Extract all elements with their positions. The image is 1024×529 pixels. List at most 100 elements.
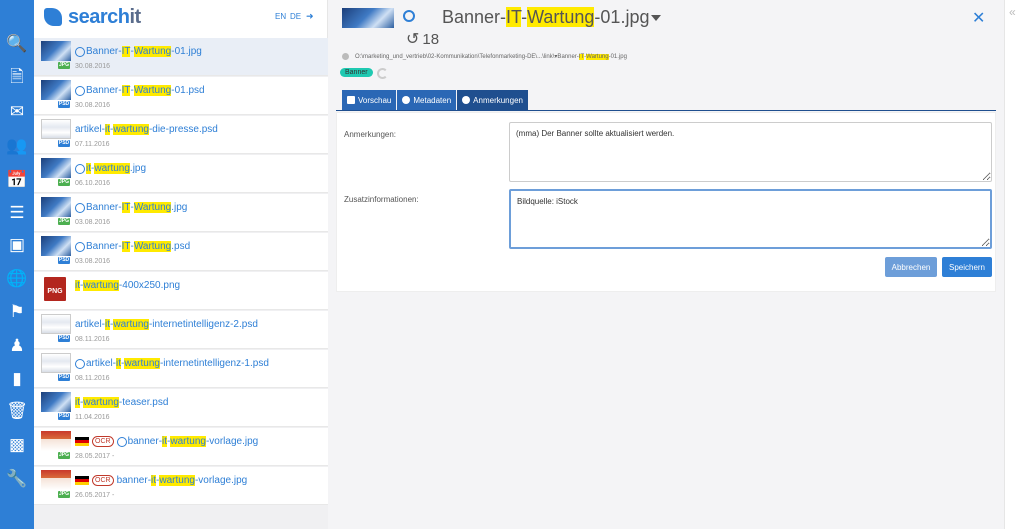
- results-panel: searchit EN DE ➜ JPG Banner- IT - Wartung -01…: [34, 0, 328, 529]
- notes-label: Anmerkungen:: [344, 130, 397, 139]
- result-row[interactable]: PSD it - wartung -teaser.psd 11.04.2016: [34, 389, 328, 427]
- result-row[interactable]: JPG OCR banner-it - wartung -vorlage.jpg 28.05…: [34, 428, 328, 466]
- file-type-badge: PSD: [58, 374, 70, 381]
- chevron-down-icon[interactable]: [651, 15, 662, 22]
- result-filename[interactable]: Banner- IT - Wartung .jpg: [75, 202, 187, 213]
- trash-icon[interactable]: 🗑: [0, 398, 34, 424]
- file-title[interactable]: Banner-IT-Wartung-01.jpg: [442, 7, 662, 28]
- preview-thumbnail[interactable]: [342, 8, 394, 28]
- file-type-badge: JPG: [58, 452, 70, 459]
- extra-info-textarea[interactable]: Bildquelle: iStock: [509, 189, 992, 249]
- extra-info-label: Zusatzinformationen:: [344, 195, 419, 204]
- notes-textarea[interactable]: (mma) Der Banner sollte aktualisiert wer…: [509, 122, 992, 182]
- result-thumbnail: [41, 158, 71, 178]
- result-thumbnail: [41, 470, 71, 490]
- calendar-icon[interactable]: 📅: [0, 167, 34, 193]
- link-icon: [116, 436, 127, 447]
- info-icon: [402, 96, 411, 104]
- result-row[interactable]: PSD artikel-it - wartung -internetintelligen…: [34, 350, 328, 388]
- result-date: 08.11.2016: [75, 375, 110, 382]
- link-icon[interactable]: [403, 10, 415, 22]
- ocr-badge: OCR: [92, 436, 114, 447]
- image-icon[interactable]: ▣: [0, 232, 34, 258]
- document-icon[interactable]: 🗎: [0, 65, 34, 91]
- link-icon: [75, 85, 85, 96]
- searchit-logo: searchit: [44, 6, 141, 28]
- result-filename[interactable]: Banner- IT - Wartung -01.jpg: [75, 46, 202, 57]
- result-date: 30.08.2016: [75, 63, 111, 70]
- add-tag-icon[interactable]: [377, 68, 388, 79]
- collapse-chevron-icon[interactable]: «: [1009, 5, 1016, 19]
- result-filename[interactable]: artikel-it - wartung -internetintelligenz-1…: [75, 358, 269, 369]
- logout-icon[interactable]: ➜: [306, 11, 314, 22]
- result-thumbnail: [41, 314, 71, 334]
- tag-banner[interactable]: Banner: [340, 68, 373, 77]
- result-filename[interactable]: it - wartung .jpg: [75, 163, 146, 174]
- ocr-badge: OCR: [92, 475, 114, 486]
- version-history[interactable]: ↺ 18: [406, 29, 439, 49]
- save-button[interactable]: Speichern: [942, 257, 992, 277]
- result-filename[interactable]: Banner- IT - Wartung .psd: [75, 241, 190, 252]
- globe-icon[interactable]: 🌐: [0, 266, 34, 292]
- file-type-badge: PSD: [58, 335, 70, 342]
- lang-en-link[interactable]: EN: [275, 12, 286, 21]
- file-type-badge: PSD: [58, 257, 70, 264]
- info-icon: [462, 96, 471, 104]
- main-nav-bar: 🔍 🗎 ✉ 👥 📅 ☰ ▣ 🌐 ⚑ ♟ ▮ 🗑 ▩ 🔧: [0, 0, 41, 529]
- file-path[interactable]: O:\marketing_und_vertrieb\02-Kommunikati…: [342, 53, 627, 60]
- result-row[interactable]: JPG Banner- IT - Wartung .jpg 03.08.2016: [34, 194, 328, 232]
- result-thumbnail: [41, 41, 71, 61]
- search-icon[interactable]: 🔍: [0, 31, 34, 57]
- agent-icon[interactable]: ♟: [0, 333, 34, 359]
- result-row[interactable]: JPG it - wartung .jpg 06.10.2016: [34, 155, 328, 193]
- result-row[interactable]: PSD artikel-it - wartung -die-presse.psd 07.1…: [34, 116, 328, 154]
- result-row[interactable]: JPG OCR banner-it - wartung -vorlage.jpg 26.05…: [34, 467, 328, 505]
- result-filename[interactable]: OCR banner-it - wartung -vorlage.jpg: [75, 475, 247, 486]
- result-date: 26.05.2017 -: [75, 492, 115, 499]
- logo-text-it: it: [129, 5, 142, 28]
- file-type-badge: JPG: [58, 179, 70, 186]
- link-icon: [75, 163, 85, 174]
- result-filename[interactable]: it - wartung -teaser.psd: [75, 397, 168, 408]
- tab-underline: [336, 110, 996, 111]
- wrench-icon[interactable]: 🔧: [0, 466, 34, 492]
- tab-notes[interactable]: Anmerkungen: [457, 90, 528, 110]
- tags-icon[interactable]: ⚑: [0, 299, 34, 325]
- result-date: 03.08.2016: [75, 258, 111, 265]
- bookmark-icon[interactable]: ▮: [0, 366, 34, 392]
- result-filename[interactable]: artikel-it - wartung -internetintelligenz-2…: [75, 319, 258, 330]
- result-thumbnail: [41, 353, 71, 373]
- logo-mark-icon: [44, 8, 62, 26]
- statistics-icon[interactable]: ▩: [0, 432, 34, 458]
- result-date: 03.08.2016: [75, 219, 111, 226]
- file-type-badge: PSD: [58, 101, 70, 108]
- close-icon[interactable]: ✕: [972, 8, 985, 28]
- file-type-badge: PSD: [58, 413, 70, 420]
- result-row[interactable]: PSD Banner- IT - Wartung -01.psd 30.08.2016: [34, 77, 328, 115]
- result-date: 11.04.2016: [75, 414, 110, 421]
- notes-form: Anmerkungen: (mma) Der Banner sollte akt…: [336, 112, 996, 292]
- link-icon: [75, 202, 85, 213]
- users-icon[interactable]: 👥: [0, 133, 34, 159]
- cancel-button[interactable]: Abbrechen: [885, 257, 937, 277]
- image-icon: [347, 96, 355, 104]
- mail-icon[interactable]: ✉: [0, 99, 34, 125]
- history-count: 18: [422, 30, 440, 48]
- result-filename[interactable]: Banner- IT - Wartung -01.psd: [75, 85, 205, 96]
- result-filename[interactable]: artikel-it - wartung -die-presse.psd: [75, 124, 218, 135]
- german-flag-icon: [75, 437, 89, 446]
- tab-metadata[interactable]: Metadaten: [397, 90, 457, 110]
- result-row[interactable]: PSD artikel-it - wartung -internetintelligen…: [34, 311, 328, 349]
- result-date: 28.05.2017 -: [75, 453, 115, 460]
- logo-text: search: [68, 5, 130, 28]
- lang-de-link[interactable]: DE: [290, 12, 301, 21]
- result-row[interactable]: PNG it - wartung -400x250.png: [34, 272, 328, 310]
- tasks-icon[interactable]: ☰: [0, 200, 34, 226]
- result-row[interactable]: JPG Banner- IT - Wartung -01.jpg 30.08.2016: [34, 38, 328, 76]
- result-date: 06.10.2016: [75, 180, 111, 187]
- result-filename[interactable]: OCR banner-it - wartung -vorlage.jpg: [75, 436, 258, 447]
- result-row[interactable]: PSD Banner- IT - Wartung .psd 03.08.2016: [34, 233, 328, 271]
- tab-preview[interactable]: Vorschau: [342, 90, 397, 110]
- result-date: 08.11.2016: [75, 336, 110, 343]
- result-filename[interactable]: it - wartung -400x250.png: [75, 280, 180, 291]
